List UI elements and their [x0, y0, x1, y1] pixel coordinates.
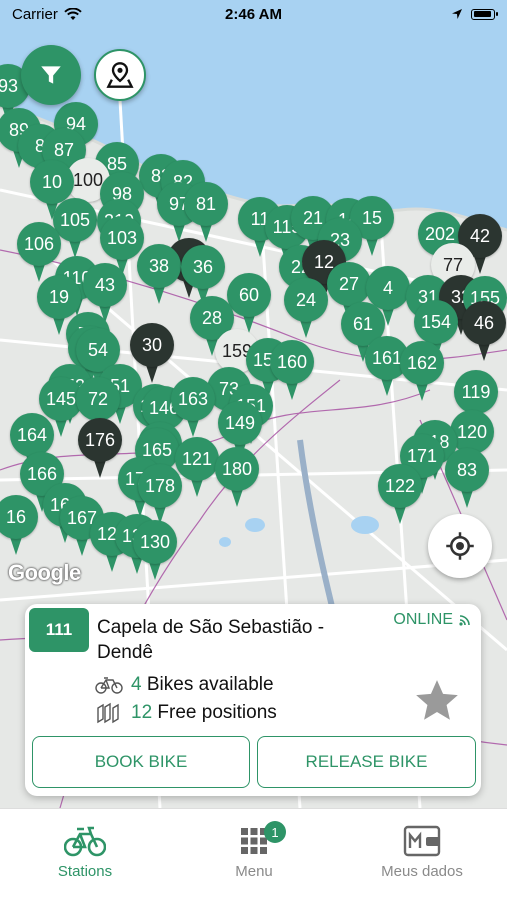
station-pin-number: 36	[192, 257, 214, 277]
station-pin-number: 24	[295, 290, 317, 310]
station-id-badge: 111	[29, 608, 89, 652]
station-name: Capela de São Sebastião - Dendê	[97, 617, 325, 663]
online-label: ONLINE	[393, 611, 453, 628]
filter-button[interactable]	[21, 45, 81, 105]
station-pin[interactable]: 46	[462, 301, 506, 363]
station-pin-number: 122	[384, 476, 416, 496]
station-pin-number: 19	[48, 287, 70, 307]
tab-bar: Stations 1 Menu Meus dados	[0, 808, 507, 901]
station-pin-number: 4	[382, 278, 393, 298]
station-pin[interactable]: 16	[0, 495, 38, 557]
station-pin-number: 163	[177, 389, 209, 409]
station-pin-number: 61	[352, 314, 374, 334]
station-pin-number: 149	[224, 413, 256, 433]
signal-icon	[459, 615, 470, 626]
station-pin-number: 10	[41, 172, 63, 192]
station-pin[interactable]: 176	[78, 418, 122, 480]
station-pin-number: 28	[201, 308, 223, 328]
favorite-button[interactable]	[411, 676, 463, 731]
free-label: Free positions	[157, 702, 277, 723]
station-pin[interactable]: 180	[215, 447, 259, 509]
station-pin-number: 106	[23, 234, 55, 254]
station-pin[interactable]: 122	[378, 464, 422, 526]
station-pin-number: 164	[16, 425, 48, 445]
filter-icon	[41, 66, 61, 84]
station-pin-number: 81	[195, 194, 217, 214]
tab-profile-label: Meus dados	[381, 863, 463, 880]
my-location-button[interactable]	[428, 514, 492, 578]
station-pin[interactable]: 83	[445, 448, 489, 510]
station-pin-number: 38	[148, 256, 170, 276]
carrier-label: Carrier	[12, 5, 58, 23]
location-arrow-icon	[452, 9, 462, 19]
station-pin[interactable]: 81	[184, 182, 228, 244]
free-count: 12	[131, 702, 153, 723]
map-pin-icon	[106, 62, 134, 88]
tab-profile[interactable]: Meus dados	[362, 819, 482, 880]
station-card[interactable]: 111 Capela de São Sebastião - Dendê ONLI…	[25, 604, 481, 796]
station-pin-number: 27	[338, 274, 360, 294]
book-bike-button[interactable]: BOOK BIKE	[32, 736, 250, 788]
status-bar: Carrier 2:46 AM	[0, 0, 507, 28]
station-pin[interactable]: 162	[400, 341, 444, 403]
station-pin-number: 178	[144, 476, 176, 496]
bikes-count: 4	[131, 674, 142, 695]
bikes-available-row: 4 Bikes available	[95, 674, 274, 696]
release-bike-button[interactable]: RELEASE BIKE	[257, 736, 476, 788]
station-pin-number: 202	[424, 224, 456, 244]
tab-menu-label: Menu	[235, 863, 273, 880]
tab-stations-label: Stations	[57, 863, 113, 880]
tab-menu[interactable]: 1 Menu	[194, 819, 314, 880]
station-pin-number: 166	[26, 464, 58, 484]
dock-icon	[97, 702, 119, 724]
station-pin-number: 162	[406, 353, 438, 373]
bike-icon	[95, 677, 123, 694]
clock: 2:46 AM	[225, 5, 282, 23]
station-pin-number: 16	[5, 507, 27, 527]
bike-icon	[64, 826, 106, 857]
station-pin-number: 30	[141, 335, 163, 355]
station-pin-number: 176	[84, 430, 116, 450]
station-pin-number: 72	[87, 389, 109, 409]
battery-icon	[471, 8, 498, 20]
station-pin-number: 154	[420, 312, 452, 332]
station-pin-number: 180	[221, 459, 253, 479]
station-pin-number: 160	[276, 352, 308, 372]
station-pin-number: 54	[87, 340, 109, 360]
google-attribution: Google	[8, 560, 81, 585]
crosshair-icon	[446, 532, 474, 560]
station-pin-number: 43	[94, 275, 116, 295]
wallet-icon	[403, 825, 441, 857]
star-icon	[416, 680, 458, 720]
menu-badge: 1	[264, 821, 286, 843]
station-pin[interactable]: 130	[133, 520, 177, 582]
station-pin[interactable]: 160	[270, 340, 314, 402]
station-pin-number: 77	[442, 255, 464, 275]
tab-stations[interactable]: Stations	[25, 819, 145, 880]
map-type-button[interactable]	[94, 49, 146, 101]
online-status: ONLINE	[393, 611, 471, 629]
free-positions-row: 12 Free positions	[95, 702, 277, 724]
station-pin-number: 130	[139, 532, 171, 552]
station-pin-number: 83	[456, 460, 478, 480]
wifi-icon	[64, 7, 82, 20]
station-pin-number: 46	[473, 313, 495, 333]
station-pin-number: 119	[461, 382, 491, 402]
station-pin[interactable]: 38	[137, 244, 181, 306]
station-pin[interactable]: 24	[284, 278, 328, 340]
bikes-label: Bikes available	[146, 674, 274, 695]
